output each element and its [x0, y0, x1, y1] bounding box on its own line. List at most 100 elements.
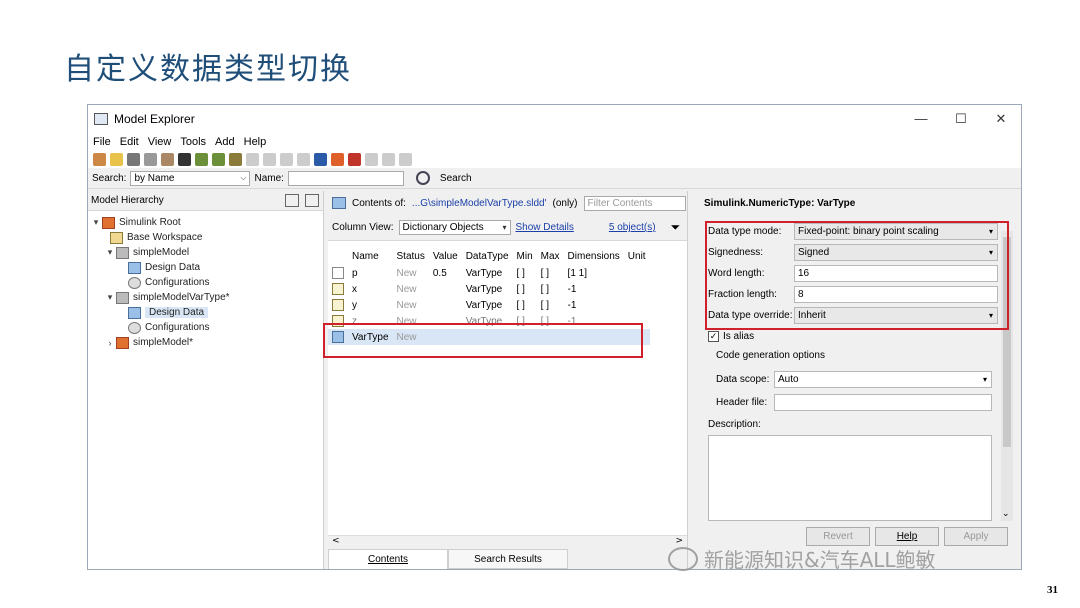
column-header-datatype[interactable]: DataType	[462, 247, 513, 265]
paste-icon[interactable]	[161, 152, 174, 166]
tree-item-configurations[interactable]: Configurations	[88, 320, 323, 335]
model-explorer-window: Model Explorer — ☐ ✕ File Edit View Tool…	[87, 104, 1022, 570]
model-hierarchy-title: Model Hierarchy	[91, 195, 164, 206]
signedness-select[interactable]: Signed ▾	[794, 244, 998, 261]
scroll-left-icon[interactable]: <	[332, 536, 340, 549]
disabled-tool-icon	[280, 152, 293, 166]
filter-contents-input[interactable]: Filter Contents	[583, 195, 686, 211]
simulink-icon[interactable]	[331, 152, 344, 166]
properties-scrollbar[interactable]: ⌄	[1001, 231, 1013, 521]
tree-item-base-workspace[interactable]: Base Workspace	[88, 230, 323, 245]
data-type-override-select[interactable]: Inherit ▾	[794, 307, 998, 324]
copy-icon[interactable]	[144, 152, 157, 166]
table-row[interactable]: y New VarType [ ] [ ] -1	[328, 297, 650, 313]
delete-icon[interactable]	[178, 152, 191, 166]
filter-icon[interactable]: ⏷	[671, 220, 681, 235]
properties-pane: Simulink.NumericType: VarType Data type …	[692, 191, 1021, 569]
fraction-length-input[interactable]: 8	[794, 286, 998, 303]
table-row[interactable]: z New VarType [ ] [ ] -1	[328, 313, 650, 329]
scrollbar-thumb[interactable]	[1003, 237, 1011, 447]
add-data-icon[interactable]	[212, 152, 225, 166]
word-length-input[interactable]: 16	[794, 265, 998, 282]
design-data-icon	[128, 306, 141, 319]
is-alias-row: ✓ Is alias	[708, 331, 998, 342]
cell-status: New	[396, 267, 417, 279]
column-header-status[interactable]: Status	[393, 247, 429, 265]
fraction-length-label: Fraction length:	[708, 289, 777, 300]
link-icon[interactable]	[305, 194, 319, 207]
word-length-label: Word length:	[708, 268, 765, 279]
show-details-link[interactable]: Show Details	[516, 222, 574, 233]
grid-icon[interactable]	[195, 152, 208, 166]
tab-contents[interactable]: Contents	[328, 549, 448, 569]
close-button[interactable]: ✕	[981, 111, 1021, 127]
data-scope-label: Data scope:	[716, 374, 770, 385]
expand-toggle-icon[interactable]: ▾	[104, 292, 116, 303]
name-search-input[interactable]	[287, 170, 404, 186]
search-mode-select[interactable]: by Name ⌵	[130, 170, 251, 186]
tree-item-design-data[interactable]: Design Data	[88, 260, 323, 275]
add-parameter-icon[interactable]	[229, 152, 242, 166]
menu-edit[interactable]: Edit	[120, 136, 139, 148]
signedness-label: Signedness:	[708, 247, 764, 258]
menu-file[interactable]: File	[93, 136, 111, 148]
column-view-icon[interactable]	[314, 152, 327, 166]
open-folder-icon[interactable]	[110, 152, 123, 166]
table-row[interactable]: p New 0.5 VarType [ ] [ ] [1 1]	[328, 265, 650, 281]
column-header-dimensions[interactable]: Dimensions	[564, 247, 624, 265]
codegen-options-heading: Code generation options	[716, 350, 1006, 361]
tree-item-simulink-root[interactable]: ▾ Simulink Root	[88, 215, 323, 230]
description-textarea[interactable]	[708, 435, 992, 521]
simulink-root-icon	[102, 216, 115, 229]
column-header-min[interactable]: Min	[513, 247, 537, 265]
menu-add[interactable]: Add	[215, 136, 235, 148]
menu-tools[interactable]: Tools	[180, 136, 206, 148]
table-row[interactable]: x New VarType [ ] [ ] -1	[328, 281, 650, 297]
tree-item-label: Design Data	[145, 307, 209, 318]
menu-view[interactable]: View	[148, 136, 172, 148]
model-hierarchy-pane: Model Hierarchy ▾ Simulink Root Base Wor…	[88, 191, 324, 569]
search-button[interactable]: Search	[440, 173, 472, 184]
minimize-button[interactable]: —	[901, 111, 941, 127]
horizontal-scrollbar[interactable]: < >	[328, 535, 687, 549]
tree-item-simplemodel-unsaved[interactable]: › simpleModel*	[88, 335, 323, 350]
function-icon	[297, 152, 310, 166]
is-alias-checkbox[interactable]: ✓	[708, 331, 719, 342]
object-count-link[interactable]: 5 object(s)	[609, 222, 656, 233]
column-header-name[interactable]: Name	[348, 247, 393, 265]
data-scope-select[interactable]: Auto ▾	[774, 371, 992, 388]
data-type-mode-label: Data type mode:	[708, 226, 782, 237]
new-model-icon[interactable]	[93, 152, 106, 166]
header-file-input[interactable]	[774, 394, 992, 411]
tree-item-configurations[interactable]: Configurations	[88, 275, 323, 290]
disabled-tool-icon	[399, 152, 412, 166]
tree-item-label: Simulink Root	[119, 217, 181, 228]
expand-toggle-icon[interactable]: ▾	[104, 247, 116, 258]
cell-datatype: VarType	[465, 315, 503, 327]
menu-help[interactable]: Help	[244, 136, 267, 148]
maximize-button[interactable]: ☐	[941, 111, 981, 127]
tree-item-simplemodelvartype[interactable]: ▾ simpleModelVarType*	[88, 290, 323, 305]
column-header-value[interactable]: Value	[429, 247, 462, 265]
column-header-max[interactable]: Max	[537, 247, 564, 265]
edit-icon[interactable]	[285, 194, 299, 207]
expand-toggle-icon[interactable]: ›	[104, 338, 116, 348]
library-icon[interactable]	[348, 152, 361, 166]
cut-icon[interactable]	[127, 152, 140, 166]
contents-only-label: (only)	[552, 197, 578, 209]
watermark-text: 新能源知识&汽车ALL鲍敏	[704, 548, 936, 572]
column-header-unit[interactable]: Unit	[624, 247, 650, 265]
page-number: 31	[1047, 584, 1058, 596]
data-type-mode-select[interactable]: Fixed-point: binary point scaling ▾	[794, 223, 998, 240]
tab-search-results[interactable]: Search Results	[448, 549, 568, 569]
column-view-select[interactable]: Dictionary Objects ▾	[398, 220, 511, 235]
search-icon[interactable]	[415, 171, 430, 185]
expand-toggle-icon[interactable]: ▾	[90, 217, 102, 228]
tab-label: Search Results	[474, 553, 542, 565]
table-row-selected[interactable]: VarType New	[328, 329, 650, 345]
scroll-down-icon[interactable]: ⌄	[1002, 508, 1010, 519]
tree-item-design-data-selected[interactable]: Design Data	[88, 305, 323, 320]
contents-of-label: Contents of:	[352, 197, 406, 209]
tree-item-simplemodel[interactable]: ▾ simpleModel	[88, 245, 323, 260]
apply-button[interactable]: Apply	[944, 527, 1008, 546]
